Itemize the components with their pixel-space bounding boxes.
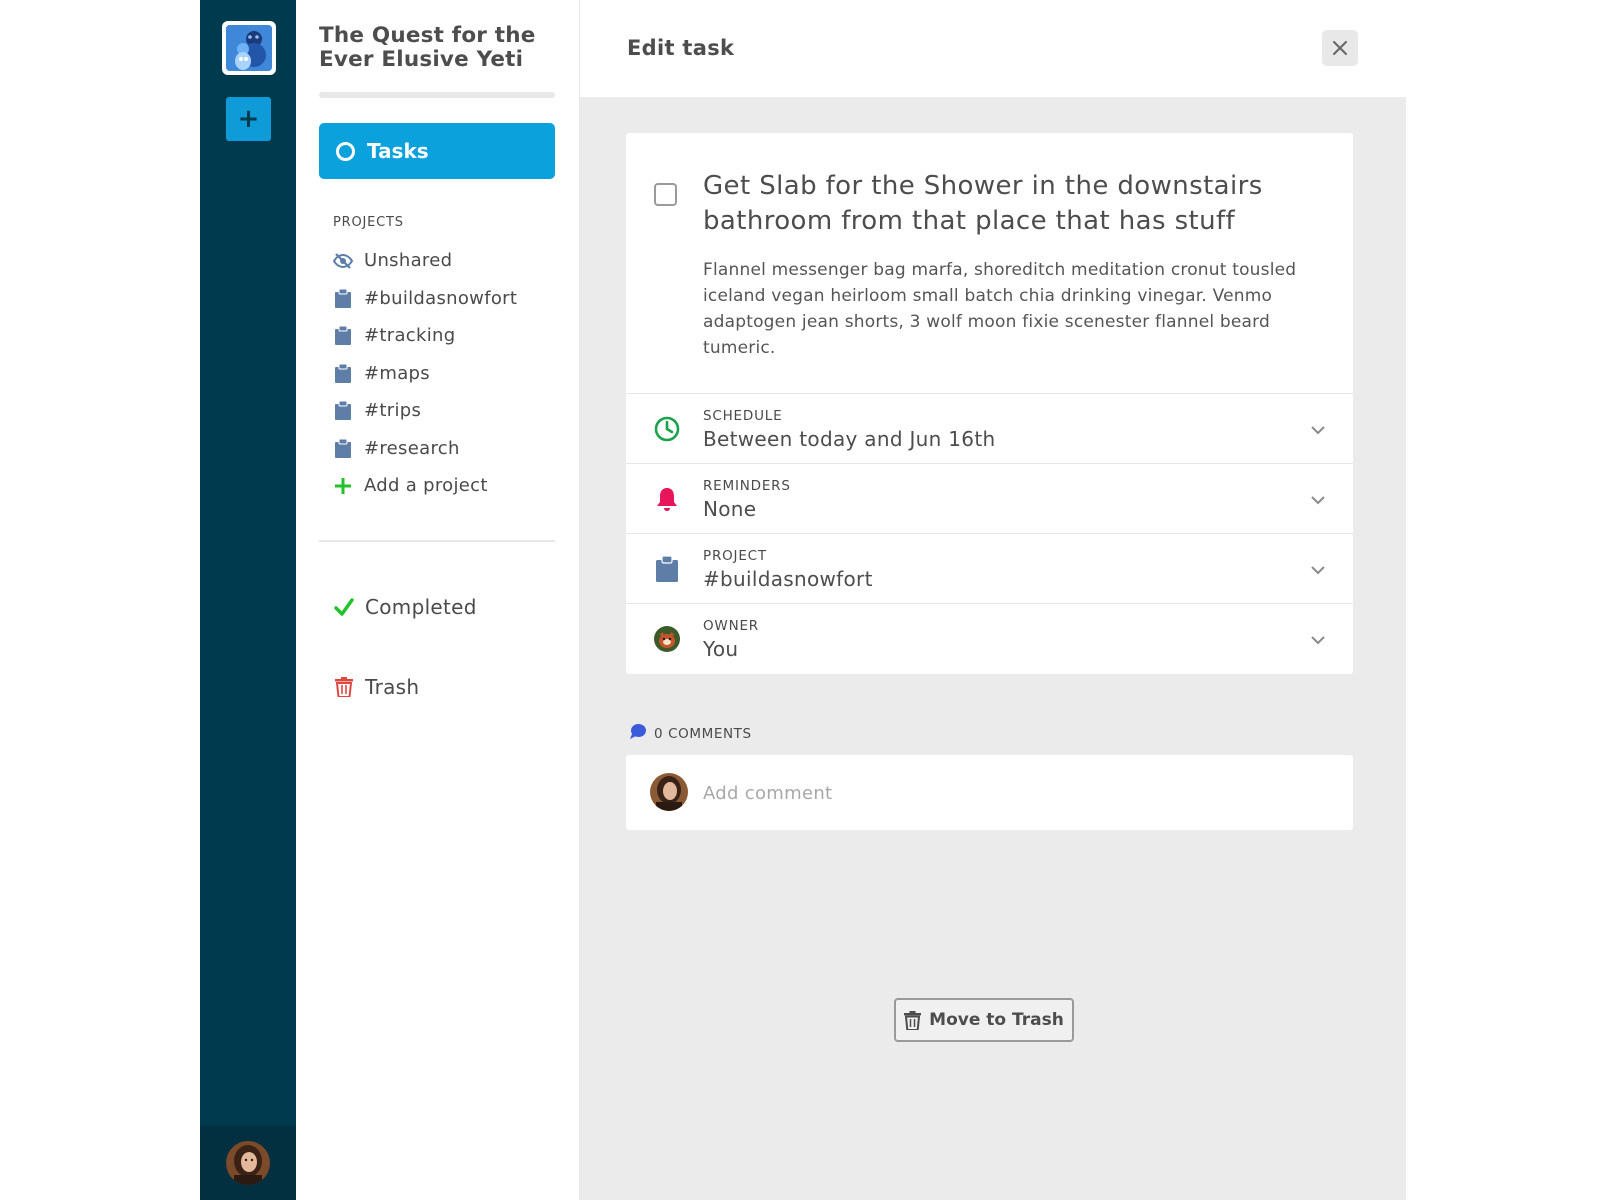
sidebar-item-label: #trips bbox=[364, 400, 422, 422]
schedule-field[interactable]: SCHEDULE Between today and Jun 16th bbox=[626, 394, 1353, 464]
project-title: The Quest for the Ever Elusive Yeti bbox=[319, 23, 536, 72]
owner-value: You bbox=[703, 637, 739, 661]
task-description[interactable]: Flannel messenger bag marfa, shoreditch … bbox=[703, 257, 1313, 361]
comment-composer bbox=[626, 755, 1353, 830]
clipboard-icon bbox=[333, 363, 353, 383]
clipboard-icon bbox=[333, 438, 353, 458]
logo-art bbox=[226, 25, 272, 71]
completed-nav-item[interactable]: Completed bbox=[333, 595, 555, 619]
trash-icon bbox=[333, 676, 355, 697]
owner-avatar bbox=[654, 626, 680, 652]
add-project-label: Add a project bbox=[364, 475, 488, 497]
sidebar-item-label: Unshared bbox=[364, 250, 453, 272]
user-avatar[interactable] bbox=[226, 1141, 270, 1185]
checkmark-icon bbox=[333, 597, 355, 616]
clipboard-icon bbox=[333, 288, 353, 308]
panel-header: Edit task bbox=[580, 0, 1406, 97]
avatar bbox=[650, 773, 688, 811]
sidebar-item-label: #maps bbox=[364, 362, 430, 384]
move-to-trash-button[interactable]: Move to Trash bbox=[894, 998, 1074, 1042]
chevron-down-icon[interactable] bbox=[1311, 630, 1325, 649]
add-project-button[interactable]: Add a project bbox=[333, 467, 555, 505]
chevron-down-icon[interactable] bbox=[1311, 420, 1325, 439]
project-value: #buildasnowfort bbox=[703, 567, 873, 591]
schedule-label: SCHEDULE bbox=[703, 408, 783, 424]
plus-icon: + bbox=[237, 104, 260, 134]
tasks-label: Tasks bbox=[367, 139, 429, 163]
sidebar-item-label: #tracking bbox=[364, 325, 456, 347]
sidebar-item-tracking[interactable]: #tracking bbox=[333, 317, 555, 355]
reminders-label: REMINDERS bbox=[703, 478, 791, 494]
sidebar-item-research[interactable]: #research bbox=[333, 430, 555, 468]
reminders-field[interactable]: REMINDERS None bbox=[626, 464, 1353, 534]
sidebar-item-buildasnowfort[interactable]: #buildasnowfort bbox=[333, 280, 555, 318]
task-header: Get Slab for the Shower in the downstair… bbox=[626, 133, 1353, 394]
chevron-down-icon[interactable] bbox=[1311, 490, 1325, 509]
close-icon bbox=[1332, 40, 1348, 56]
page-title: Edit task bbox=[627, 36, 735, 60]
move-to-trash-label: Move to Trash bbox=[929, 1010, 1064, 1030]
reminders-value: None bbox=[703, 497, 757, 521]
workspace-rail: + bbox=[200, 0, 296, 1200]
task-complete-checkbox[interactable] bbox=[654, 183, 677, 206]
comments-count-label: 0 COMMENTS bbox=[654, 725, 752, 742]
circle-icon bbox=[336, 141, 355, 161]
sidebar-item-trips[interactable]: #trips bbox=[333, 392, 555, 430]
add-workspace-button[interactable]: + bbox=[226, 97, 271, 141]
trash-label: Trash bbox=[365, 674, 420, 699]
project-label: PROJECT bbox=[703, 548, 767, 564]
sidebar-item-label: #buildasnowfort bbox=[364, 287, 518, 309]
task-card: Get Slab for the Shower in the downstair… bbox=[626, 133, 1353, 674]
project-sidebar: The Quest for the Ever Elusive Yeti Task… bbox=[296, 0, 580, 1200]
sidebar-item-label: #research bbox=[364, 437, 460, 459]
close-button[interactable] bbox=[1322, 30, 1358, 66]
owner-label: OWNER bbox=[703, 618, 759, 634]
yeti-workspace-logo[interactable] bbox=[222, 21, 276, 75]
projects-heading: PROJECTS bbox=[333, 215, 404, 230]
schedule-value: Between today and Jun 16th bbox=[703, 427, 996, 451]
comments-count: 0 COMMENTS bbox=[630, 724, 752, 743]
clock-icon bbox=[654, 416, 680, 442]
sidebar-item-maps[interactable]: #maps bbox=[333, 355, 555, 393]
completed-label: Completed bbox=[365, 594, 477, 619]
bell-icon bbox=[654, 486, 680, 512]
comment-bubble-icon bbox=[630, 724, 646, 743]
clipboard-icon bbox=[333, 401, 353, 421]
comment-input[interactable] bbox=[703, 775, 1303, 811]
tasks-nav-button[interactable]: Tasks bbox=[319, 123, 555, 179]
sidebar-divider bbox=[319, 539, 555, 542]
app-window: + The Quest for the Ever Elusive Yeti Ta… bbox=[200, 0, 1406, 1200]
clipboard-icon bbox=[654, 556, 680, 582]
project-field[interactable]: PROJECT #buildasnowfort bbox=[626, 534, 1353, 604]
edit-task-panel: Edit task Get Slab for the Shower in the… bbox=[580, 0, 1406, 1200]
clipboard-icon bbox=[333, 326, 353, 346]
rail-footer bbox=[200, 1126, 296, 1200]
sidebar-item-unshared[interactable]: Unshared bbox=[333, 242, 555, 280]
title-divider bbox=[319, 92, 555, 98]
eye-slash-icon bbox=[333, 251, 353, 271]
plus-icon bbox=[333, 476, 353, 496]
owner-field[interactable]: OWNER You bbox=[626, 604, 1353, 674]
trash-nav-item[interactable]: Trash bbox=[333, 675, 555, 699]
project-list: Unshared #buildasnowfort #tracking #maps bbox=[333, 242, 555, 505]
trash-icon bbox=[904, 1010, 922, 1030]
chevron-down-icon[interactable] bbox=[1311, 560, 1325, 579]
task-title[interactable]: Get Slab for the Shower in the downstair… bbox=[703, 169, 1313, 239]
